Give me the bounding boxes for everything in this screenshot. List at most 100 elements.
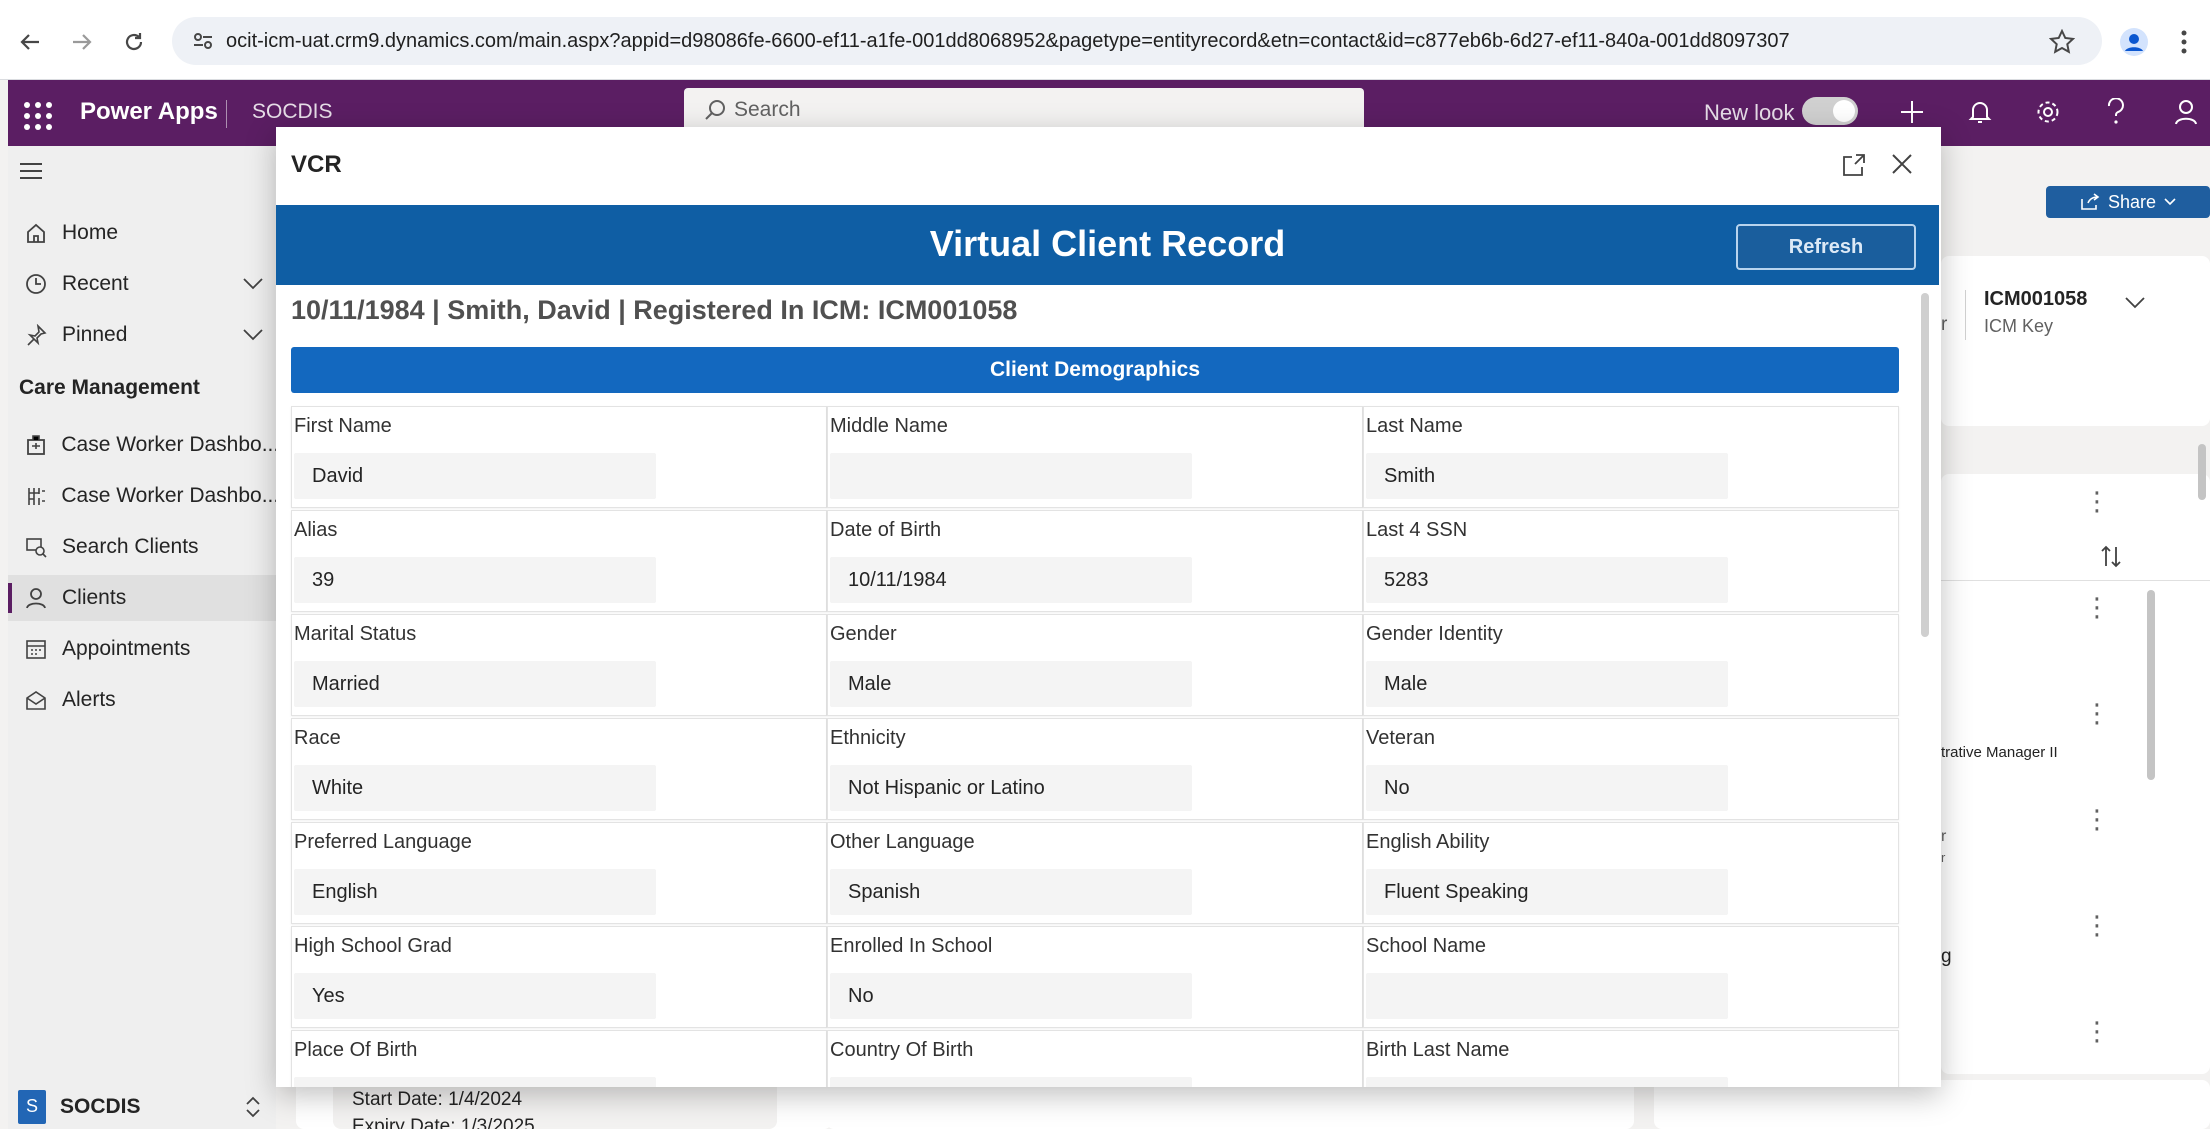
field-row: Marital Status Married Gender Male Gender … <box>291 614 1899 718</box>
chevron-down-icon[interactable] <box>242 277 264 291</box>
more-options-icon[interactable]: ⋮ <box>2084 698 2110 729</box>
help-icon[interactable] <box>2098 94 2134 130</box>
more-options-icon[interactable]: ⋮ <box>2084 910 2110 941</box>
close-icon[interactable] <box>1889 151 1919 181</box>
field-value[interactable]: Spanish <box>830 869 1192 915</box>
page-scrollbar[interactable] <box>2198 444 2206 500</box>
field-value[interactable] <box>294 1077 656 1087</box>
field-first-name: First Name David <box>291 406 827 508</box>
profile-button[interactable] <box>2114 22 2154 62</box>
field-value[interactable] <box>830 1077 1192 1087</box>
truncated-text: r <box>1941 314 1948 335</box>
area-switcher[interactable]: S SOCDIS <box>8 1084 276 1129</box>
forward-button[interactable] <box>62 22 102 62</box>
environment-name: SOCDIS <box>252 100 333 123</box>
field-value[interactable] <box>1366 973 1728 1019</box>
field-value[interactable]: 10/11/1984 <box>830 557 1192 603</box>
icm-key-value: ICM001058 <box>1984 288 2088 310</box>
address-bar[interactable]: ocit-icm-uat.crm9.dynamics.com/main.aspx… <box>172 17 2102 65</box>
chevron-down-icon[interactable] <box>2124 296 2146 310</box>
timeline-scrollbar[interactable] <box>2147 590 2155 780</box>
field-label: Marital Status <box>294 623 417 645</box>
banner-title: Virtual Client Record <box>929 223 1286 264</box>
field-row: Place Of Birth Country Of Birth Birth La… <box>291 1030 1899 1087</box>
field-label: First Name <box>294 415 392 437</box>
user-icon[interactable] <box>2168 94 2204 130</box>
sidebar-item-pinned[interactable]: Pinned <box>8 312 276 358</box>
section-header-client-demographics[interactable]: Client Demographics <box>291 347 1899 393</box>
sidebar-item-appointments[interactable]: Appointments <box>8 626 276 672</box>
background-card-middle <box>826 1080 1634 1129</box>
sidebar-item-clients[interactable]: Clients <box>8 575 276 621</box>
plus-icon[interactable] <box>1894 94 1930 130</box>
reload-button[interactable] <box>114 22 154 62</box>
dialog-scrollbar-thumb[interactable] <box>1921 293 1929 637</box>
app-name[interactable]: Power Apps <box>80 98 218 126</box>
field-value[interactable]: No <box>830 973 1192 1019</box>
sort-icon[interactable] <box>2100 544 2122 570</box>
field-school-name: School Name <box>1363 926 1899 1028</box>
field-value[interactable]: Fluent Speaking <box>1366 869 1728 915</box>
field-value[interactable]: 39 <box>294 557 656 603</box>
dialog-scrollbar[interactable] <box>1919 293 1931 1087</box>
field-value[interactable]: White <box>294 765 656 811</box>
field-label: Middle Name <box>830 415 948 437</box>
timeline-role-text: trative Manager II <box>1941 744 2058 761</box>
back-button[interactable] <box>10 22 50 62</box>
field-value[interactable]: Yes <box>294 973 656 1019</box>
more-options-icon[interactable]: ⋮ <box>2084 804 2110 835</box>
field-value[interactable]: Male <box>1366 661 1728 707</box>
new-look-toggle[interactable] <box>1802 97 1858 125</box>
header-summary-card <box>1941 256 2210 426</box>
gear-icon[interactable] <box>2030 94 2066 130</box>
browser-toolbar: ocit-icm-uat.crm9.dynamics.com/main.aspx… <box>0 0 2210 80</box>
browser-menu-button[interactable] <box>2164 22 2204 62</box>
global-search[interactable]: Search <box>684 88 1364 132</box>
refresh-button[interactable]: Refresh <box>1736 224 1916 270</box>
arrow-right-icon <box>73 34 92 50</box>
field-place-of-birth: Place Of Birth <box>291 1030 827 1087</box>
sidebar-item-home[interactable]: Home <box>8 210 276 256</box>
field-label: English Ability <box>1366 831 1490 853</box>
field-value[interactable]: Married <box>294 661 656 707</box>
profile-icon <box>2120 28 2148 56</box>
sidebar-item-search-clients[interactable]: Search Clients <box>8 524 276 570</box>
field-last-4-ssn: Last 4 SSN 5283 <box>1363 510 1899 612</box>
field-value[interactable]: 5283 <box>1366 557 1728 603</box>
sidebar-item-recent[interactable]: Recent <box>8 261 276 307</box>
field-value[interactable]: David <box>294 453 656 499</box>
expand-icon[interactable] <box>1842 153 1868 179</box>
bookmark-button[interactable] <box>2042 22 2082 62</box>
more-options-icon[interactable]: ⋮ <box>2084 1016 2110 1047</box>
field-label: Alias <box>294 519 338 541</box>
sidebar-item-case-worker-dashboard[interactable]: Case Worker Dashbo... <box>8 422 276 468</box>
field-value[interactable] <box>1366 1077 1728 1087</box>
field-value[interactable]: Smith <box>1366 453 1728 499</box>
field-row: Preferred Language English Other Language… <box>291 822 1899 926</box>
field-gender-identity: Gender Identity Male <box>1363 614 1899 716</box>
share-button[interactable]: Share <box>2046 186 2210 218</box>
hamburger-menu-icon[interactable] <box>18 160 46 188</box>
field-birth-last-name: Birth Last Name <box>1363 1030 1899 1087</box>
field-label: Race <box>294 727 341 749</box>
field-veteran: Veteran No <box>1363 718 1899 820</box>
chevron-down-icon[interactable] <box>242 328 264 342</box>
field-value[interactable]: No <box>1366 765 1728 811</box>
bell-icon[interactable] <box>1962 94 1998 130</box>
more-options-icon[interactable]: ⋮ <box>2084 592 2110 623</box>
field-label: Last Name <box>1366 415 1463 437</box>
field-value[interactable]: Male <box>830 661 1192 707</box>
timeline-card <box>1941 474 2210 1074</box>
field-label: Other Language <box>830 831 975 853</box>
field-value[interactable]: Not Hispanic or Latino <box>830 765 1192 811</box>
app-launcher-icon[interactable] <box>20 98 52 130</box>
sidebar-item-alerts[interactable]: Alerts <box>8 677 276 723</box>
sidebar-item-case-worker-dashboard-2[interactable]: Case Worker Dashbo... <box>8 473 276 519</box>
url-text[interactable]: ocit-icm-uat.crm9.dynamics.com/main.aspx… <box>226 30 1790 53</box>
timeline-divider <box>1941 580 2210 581</box>
field-value[interactable]: English <box>294 869 656 915</box>
more-options-icon[interactable]: ⋮ <box>2084 486 2110 517</box>
site-settings-icon[interactable] <box>180 17 226 65</box>
sidebar-item-label: Appointments <box>62 637 191 660</box>
field-value[interactable] <box>830 453 1192 499</box>
